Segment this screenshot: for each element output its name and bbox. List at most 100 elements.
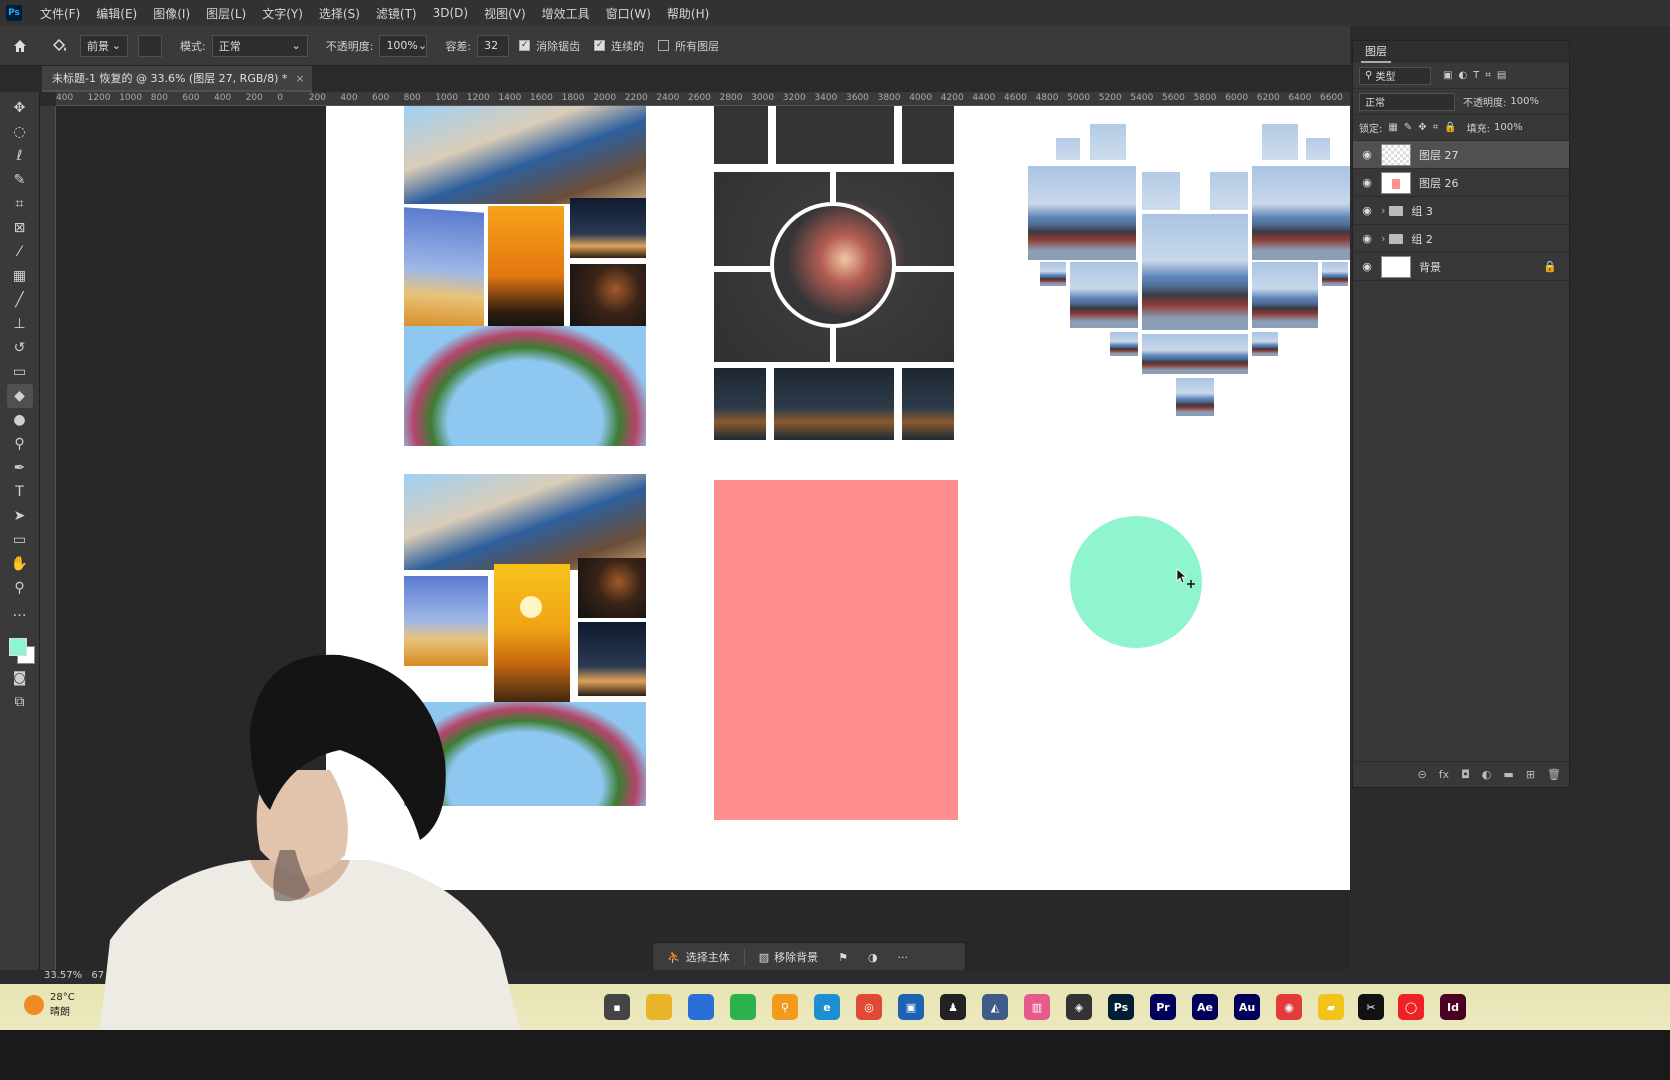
adjustment-icon[interactable]: ◐ (1482, 768, 1492, 781)
home-icon[interactable] (0, 34, 40, 58)
pattern-picker[interactable] (138, 34, 162, 57)
menu-view[interactable]: 视图(V) (476, 5, 534, 22)
chevron-right-icon[interactable]: › (1381, 232, 1385, 245)
cat-icon[interactable]: ◭ (982, 994, 1008, 1020)
menu-filter[interactable]: 滤镜(T) (368, 5, 425, 22)
eye-icon[interactable]: ◉ (1359, 148, 1375, 161)
menu-edit[interactable]: 编辑(E) (88, 5, 145, 22)
link-icon[interactable]: ⊝ (1417, 768, 1426, 781)
app-icon[interactable]: ▣ (898, 994, 924, 1020)
new-group-icon[interactable]: ▬ (1503, 768, 1513, 781)
layer-background[interactable]: ◉ 背景 🔒 (1353, 253, 1569, 281)
layer-row-27[interactable]: ◉ 图层 27 (1353, 141, 1569, 169)
eye-icon[interactable]: ◉ (1359, 232, 1375, 245)
paint-bucket-icon[interactable]: ◆ (6, 384, 33, 408)
blur-icon[interactable]: ● (7, 408, 33, 432)
fill-source-select[interactable]: 前景 ⌄ (80, 34, 128, 57)
paint-bucket-preset-icon[interactable] (40, 34, 80, 58)
eye-icon[interactable]: ◉ (1359, 176, 1375, 189)
sticky-notes-icon[interactable]: ▰ (1318, 994, 1344, 1020)
chevron-right-icon[interactable]: › (1381, 204, 1385, 217)
new-layer-icon[interactable]: ⊞ (1526, 768, 1535, 781)
fx-icon[interactable]: fx (1439, 768, 1449, 781)
opacity-input[interactable]: 100% ⌄ (379, 34, 428, 57)
zoom-icon[interactable]: ⚲ (7, 576, 33, 600)
remove-background-button[interactable]: ▨ 移除背景 (753, 946, 824, 968)
wechat-icon[interactable] (730, 994, 756, 1020)
all-layers-checkbox[interactable]: 所有图层 (658, 38, 719, 54)
menu-layer[interactable]: 图层(L) (198, 5, 254, 22)
tolerance-input[interactable]: 32 (477, 34, 510, 57)
menu-plugins[interactable]: 增效工具 (534, 5, 598, 22)
tab-layers[interactable]: 图层 (1361, 41, 1391, 63)
mode-select[interactable]: 正常 ⌄ (211, 34, 308, 57)
menu-window[interactable]: 窗口(W) (598, 5, 659, 22)
filter-icons[interactable]: ▣◐T⌗▤ (1443, 70, 1512, 81)
marquee-icon[interactable]: ◌ (7, 120, 33, 144)
document-tab[interactable]: 未标题-1 恢复的 @ 33.6% (图层 27, RGB/8) * × (42, 66, 312, 92)
lasso-icon[interactable]: ℓ (7, 144, 33, 168)
after-effects-taskbar-icon[interactable]: Ae (1192, 994, 1218, 1020)
weather-widget[interactable]: 28°C 晴朗 (24, 992, 75, 1018)
premiere-taskbar-icon[interactable]: Pr (1150, 994, 1176, 1020)
close-icon[interactable]: × (295, 72, 304, 85)
foreground-color-swatch[interactable] (8, 638, 27, 656)
antialias-checkbox[interactable]: ✓ 消除锯齿 (519, 38, 580, 54)
indesign-icon[interactable]: Id (1440, 994, 1466, 1020)
eye-icon[interactable]: ◉ (1359, 260, 1375, 273)
menu-type[interactable]: 文字(Y) (254, 5, 311, 22)
hand-icon[interactable]: ✋ (7, 552, 33, 576)
layer-opacity-value[interactable]: 100% (1510, 96, 1539, 107)
chrome-icon[interactable]: ◎ (856, 994, 882, 1020)
netease-music-icon[interactable]: ◉ (1276, 994, 1302, 1020)
store-icon[interactable] (688, 994, 714, 1020)
trash-icon[interactable]: 🗑 (1547, 768, 1561, 781)
frame-icon[interactable]: ⊠ (7, 216, 33, 240)
brush-icon[interactable]: ╱ (7, 288, 33, 312)
menu-select[interactable]: 选择(S) (311, 5, 368, 22)
path-select-icon[interactable]: ➤ (7, 504, 33, 528)
rectangle-icon[interactable]: ▭ (7, 528, 33, 552)
app-icon[interactable]: ▥ (1024, 994, 1050, 1020)
select-subject-button[interactable]: ⛹ 选择主体 (661, 946, 736, 968)
layer-filter-select[interactable]: ⚲ 类型 (1359, 66, 1431, 85)
desktop-icon[interactable]: ▪ (604, 994, 630, 1020)
resolve-icon[interactable]: ◈ (1066, 994, 1092, 1020)
crop-icon[interactable]: ⌗ (7, 192, 33, 216)
flag-icon[interactable]: ⚑ (832, 946, 854, 968)
eye-icon[interactable]: ◉ (1359, 204, 1375, 217)
menu-image[interactable]: 图像(I) (145, 5, 198, 22)
type-icon[interactable]: T (7, 480, 33, 504)
quick-mask-icon[interactable]: ◙ (7, 666, 33, 690)
more-options-button[interactable]: ··· (892, 946, 915, 968)
quick-select-icon[interactable]: ✎ (7, 168, 33, 192)
menu-file[interactable]: 文件(F) (32, 5, 88, 22)
eyedropper-icon[interactable]: ⁄ (7, 240, 33, 264)
lock-icons[interactable]: ▦✎✥⌗🔒 (1388, 122, 1462, 133)
capcut-icon[interactable]: ✂ (1358, 994, 1384, 1020)
mask-icon[interactable]: ◘ (1461, 768, 1470, 781)
fill-value[interactable]: 100% (1494, 122, 1523, 133)
layer-group-2[interactable]: ◉ › 组 2 (1353, 225, 1569, 253)
pen-icon[interactable]: ✒ (7, 456, 33, 480)
pink-rectangle[interactable] (714, 480, 958, 820)
menu-3d[interactable]: 3D(D) (425, 6, 476, 20)
screen-mode-icon[interactable]: ⧉ (7, 690, 33, 714)
patch-icon[interactable]: ▦ (7, 264, 33, 288)
photoshop-taskbar-icon[interactable]: Ps (1108, 994, 1134, 1020)
edge-icon[interactable]: e (814, 994, 840, 1020)
folder-icon[interactable] (646, 994, 672, 1020)
eraser-icon[interactable]: ▭ (7, 360, 33, 384)
qq-icon[interactable]: ♟ (940, 994, 966, 1020)
menu-help[interactable]: 帮助(H) (659, 5, 717, 22)
contiguous-checkbox[interactable]: ✓ 连续的 (594, 38, 644, 54)
move-icon[interactable]: ✥ (7, 96, 33, 120)
contrast-icon[interactable]: ◑ (862, 946, 884, 968)
layer-group-3[interactable]: ◉ › 组 3 (1353, 197, 1569, 225)
layer-row-26[interactable]: ◉ 图层 26 (1353, 169, 1569, 197)
stamp-icon[interactable]: ⊥ (7, 312, 33, 336)
dodge-icon[interactable]: ⚲ (7, 432, 33, 456)
history-brush-icon[interactable]: ↺ (7, 336, 33, 360)
search-icon[interactable]: ⚲ (772, 994, 798, 1020)
blend-mode-select[interactable]: 正常 (1359, 92, 1455, 111)
